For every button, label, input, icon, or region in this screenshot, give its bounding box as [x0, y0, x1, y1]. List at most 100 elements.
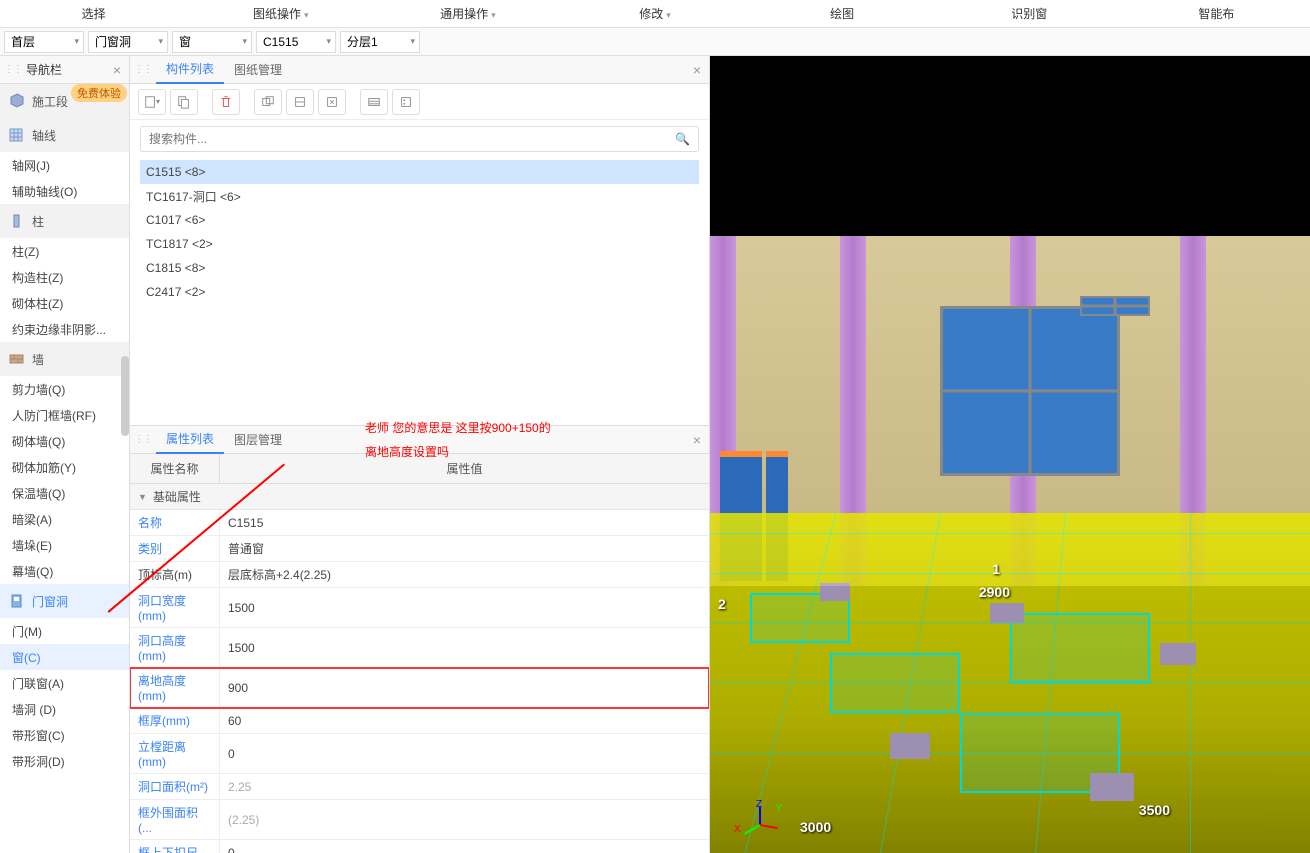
- new-button[interactable]: ▾: [138, 89, 166, 115]
- nav-item[interactable]: 轴网(J): [0, 152, 129, 178]
- property-value[interactable]: 0: [220, 734, 709, 773]
- close-icon[interactable]: ×: [689, 62, 705, 78]
- property-row[interactable]: 洞口宽度(mm)1500: [130, 588, 709, 628]
- nav-item[interactable]: 剪力墙(Q): [0, 376, 129, 402]
- menu-draw[interactable]: 绘图: [749, 0, 936, 27]
- scrollbar[interactable]: [121, 356, 129, 436]
- search-input[interactable]: [149, 127, 670, 151]
- free-trial-badge[interactable]: 免费体验: [71, 84, 127, 102]
- nav-item[interactable]: 墙垛(E): [0, 532, 129, 558]
- component-panel-header: ⋮⋮ 构件列表 图纸管理 ×: [130, 56, 709, 84]
- component-select[interactable]: C1515: [256, 31, 336, 53]
- tab-layer-mgmt[interactable]: 图层管理: [224, 426, 292, 454]
- property-row[interactable]: 洞口高度(mm)1500: [130, 628, 709, 668]
- component-item[interactable]: C1515 <8>: [140, 160, 699, 184]
- property-value[interactable]: C1515: [220, 510, 709, 535]
- nav-item[interactable]: 保温墙(Q): [0, 480, 129, 506]
- nav-category[interactable]: 门窗洞: [0, 584, 129, 618]
- nav-item[interactable]: 砌体加筋(Y): [0, 454, 129, 480]
- property-value[interactable]: 900: [220, 668, 709, 707]
- component-item[interactable]: TC1617-洞口 <6>: [140, 184, 699, 208]
- tab-drawing-mgmt[interactable]: 图纸管理: [224, 56, 292, 84]
- nav-item[interactable]: 窗(C): [0, 644, 129, 670]
- tool-c-button[interactable]: [318, 89, 346, 115]
- category-select[interactable]: 门窗洞: [88, 31, 168, 53]
- property-value[interactable]: 60: [220, 708, 709, 733]
- close-icon[interactable]: ×: [689, 432, 705, 448]
- property-name: 类别: [130, 536, 220, 561]
- component-item[interactable]: TC1817 <2>: [140, 232, 699, 256]
- tool-b-button[interactable]: [286, 89, 314, 115]
- menu-drawing-ops[interactable]: 图纸操作: [187, 0, 374, 27]
- menu-smart-layout[interactable]: 智能布: [1123, 0, 1310, 27]
- tool-a-button[interactable]: [254, 89, 282, 115]
- nav-item[interactable]: 辅助轴线(O): [0, 178, 129, 204]
- property-row[interactable]: 顶标高(m)层底标高+2.4(2.25): [130, 562, 709, 588]
- property-row[interactable]: 立樘距离(mm)0: [130, 734, 709, 774]
- component-item[interactable]: C1017 <6>: [140, 208, 699, 232]
- tab-property-list[interactable]: 属性列表: [156, 426, 224, 454]
- menu-general-ops[interactable]: 通用操作: [374, 0, 561, 27]
- property-header-row: 属性名称 属性值: [130, 454, 709, 484]
- component-toolbar: ▾: [130, 84, 709, 120]
- tool-e-button[interactable]: [392, 89, 420, 115]
- delete-button[interactable]: [212, 89, 240, 115]
- nav-item[interactable]: 柱(Z): [0, 238, 129, 264]
- property-value[interactable]: 普通窗: [220, 536, 709, 561]
- nav-item[interactable]: 砌体柱(Z): [0, 290, 129, 316]
- property-value[interactable]: (2.25): [220, 800, 709, 839]
- nav-item[interactable]: 构造柱(Z): [0, 264, 129, 290]
- property-row[interactable]: 离地高度(mm)900: [130, 668, 709, 708]
- nav-item[interactable]: 门联窗(A): [0, 670, 129, 696]
- nav-item[interactable]: 砌体墙(Q): [0, 428, 129, 454]
- category-icon: [8, 593, 26, 609]
- property-name: 框上下扣尺...: [130, 840, 220, 853]
- 3d-viewport[interactable]: 1 2 2900 3000 3500 X Y Z: [710, 56, 1310, 853]
- copy-button[interactable]: [170, 89, 198, 115]
- nav-item[interactable]: 门(M): [0, 618, 129, 644]
- property-value[interactable]: 1500: [220, 628, 709, 667]
- property-row[interactable]: 框外围面积(...(2.25): [130, 800, 709, 840]
- property-row[interactable]: 类别普通窗: [130, 536, 709, 562]
- tab-component-list[interactable]: 构件列表: [156, 56, 224, 84]
- floor-select[interactable]: 首层: [4, 31, 84, 53]
- search-input-wrap: 🔍: [140, 126, 699, 152]
- component-item[interactable]: C1815 <8>: [140, 256, 699, 280]
- nav-item[interactable]: 幕墙(Q): [0, 558, 129, 584]
- property-row[interactable]: 洞口面积(m²)2.25: [130, 774, 709, 800]
- axis-gizmo[interactable]: X Y Z: [740, 805, 780, 845]
- nav-item[interactable]: 带形洞(D): [0, 748, 129, 774]
- nav-item[interactable]: 墙洞 (D): [0, 696, 129, 722]
- property-row[interactable]: 框上下扣尺...0: [130, 840, 709, 853]
- component-item[interactable]: C2417 <2>: [140, 280, 699, 304]
- nav-item[interactable]: 带形窗(C): [0, 722, 129, 748]
- property-row[interactable]: 框厚(mm)60: [130, 708, 709, 734]
- collapse-icon: ▼: [138, 492, 147, 502]
- menu-modify[interactable]: 修改: [561, 0, 748, 27]
- property-name: 离地高度(mm): [130, 668, 220, 707]
- drag-handle-icon[interactable]: ⋮⋮: [134, 434, 152, 445]
- property-group-basic[interactable]: ▼ 基础属性: [130, 484, 709, 510]
- property-value[interactable]: 2.25: [220, 774, 709, 799]
- nav-item[interactable]: 人防门框墙(RF): [0, 402, 129, 428]
- property-name: 框厚(mm): [130, 708, 220, 733]
- property-row[interactable]: 名称C1515: [130, 510, 709, 536]
- search-icon[interactable]: 🔍: [675, 132, 690, 146]
- type-select[interactable]: 窗: [172, 31, 252, 53]
- property-value[interactable]: 0: [220, 840, 709, 853]
- drag-handle-icon[interactable]: ⋮⋮: [4, 64, 22, 75]
- layer-select[interactable]: 分层1: [340, 31, 420, 53]
- property-value[interactable]: 层底标高+2.4(2.25): [220, 562, 709, 587]
- drag-handle-icon[interactable]: ⋮⋮: [134, 64, 152, 75]
- close-icon[interactable]: ×: [109, 62, 125, 78]
- category-icon: [8, 93, 26, 109]
- nav-category[interactable]: 墙: [0, 342, 129, 376]
- menu-identify-window[interactable]: 识别窗: [936, 0, 1123, 27]
- nav-item[interactable]: 暗梁(A): [0, 506, 129, 532]
- nav-category[interactable]: 轴线: [0, 118, 129, 152]
- tool-d-button[interactable]: [360, 89, 388, 115]
- menu-select[interactable]: 选择: [0, 0, 187, 27]
- nav-category[interactable]: 柱: [0, 204, 129, 238]
- nav-item[interactable]: 约束边缘非阴影...: [0, 316, 129, 342]
- property-value[interactable]: 1500: [220, 588, 709, 627]
